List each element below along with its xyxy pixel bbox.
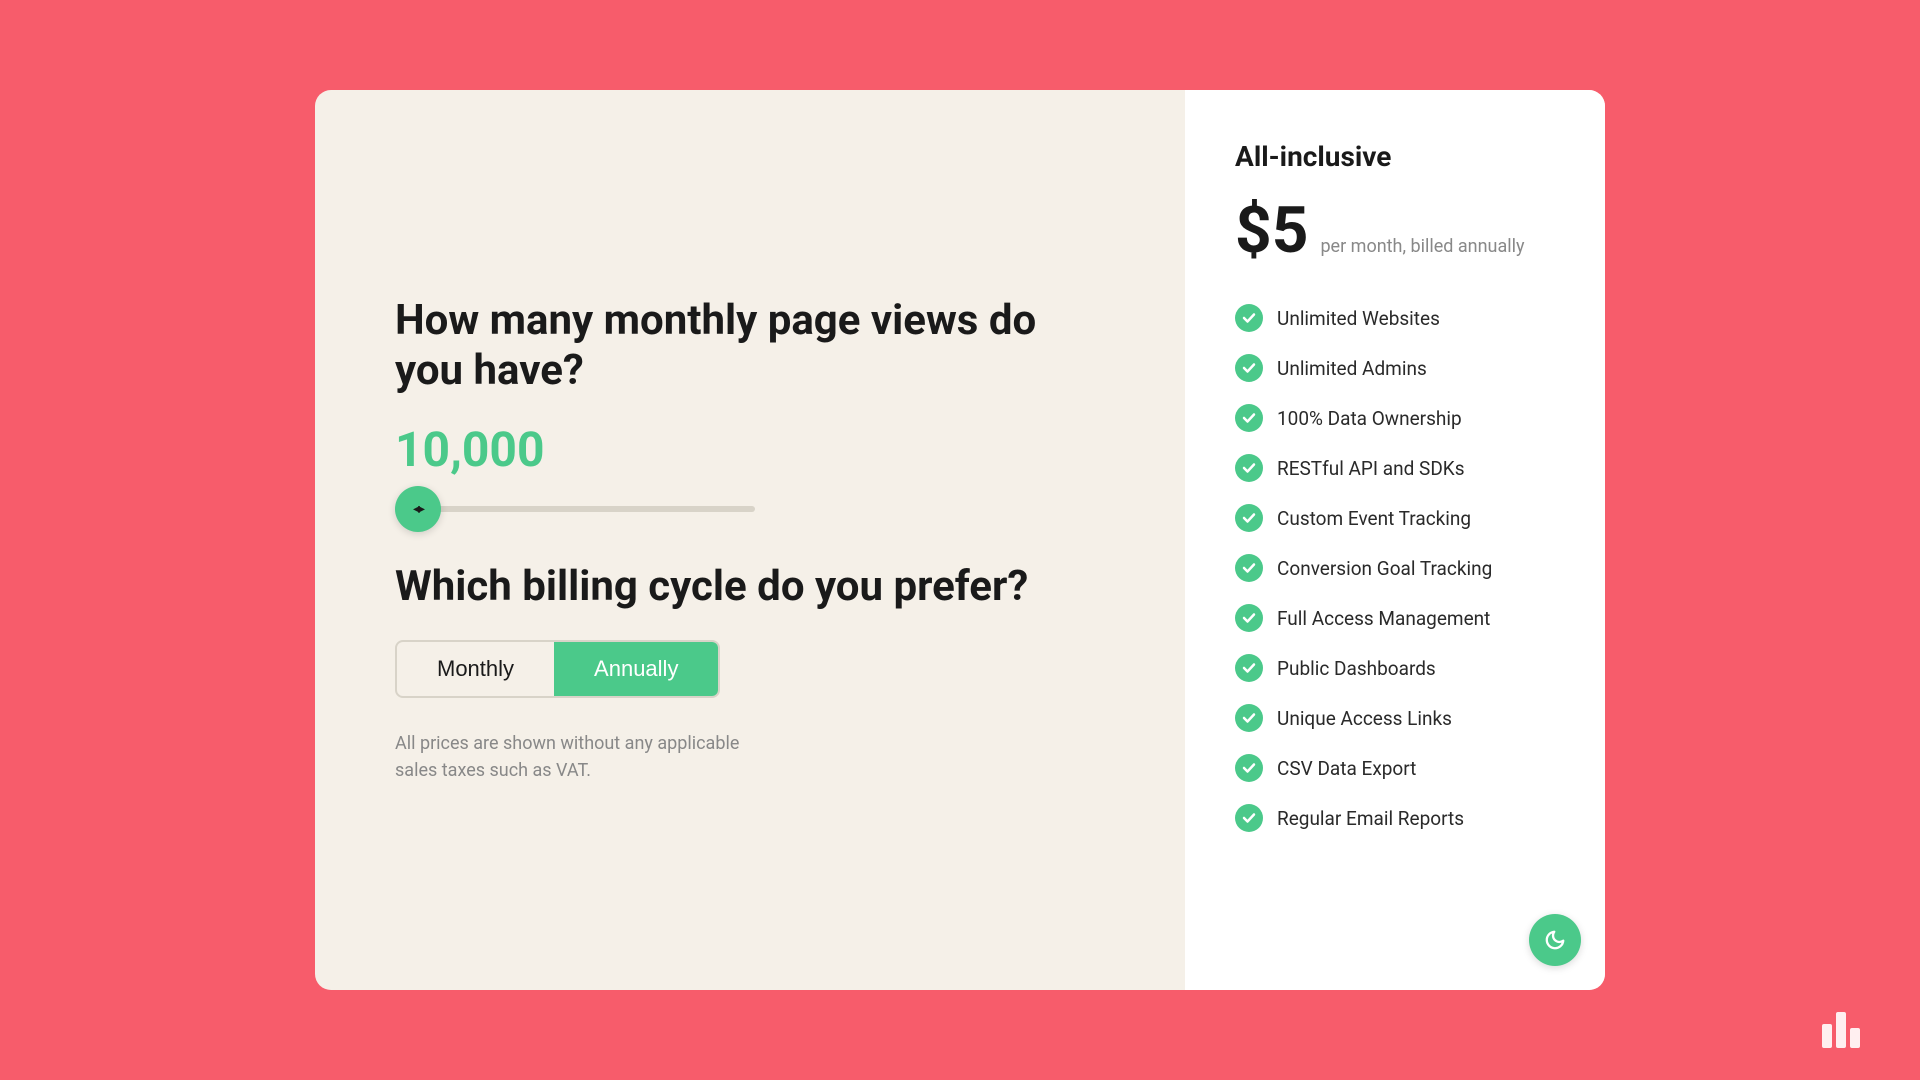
check-icon: [1235, 454, 1263, 482]
price-amount: $5: [1235, 193, 1308, 268]
feature-item: RESTful API and SDKs: [1235, 454, 1555, 482]
right-panel: All-inclusive $5 per month, billed annua…: [1185, 90, 1605, 990]
billing-toggle: Monthly Annually: [395, 640, 720, 698]
slider-arrows-icon: ◂▸: [413, 501, 423, 517]
feature-text: RESTful API and SDKs: [1277, 457, 1465, 480]
billing-question: Which billing cycle do you prefer?: [395, 562, 1105, 612]
feature-text: Unlimited Websites: [1277, 307, 1440, 330]
feature-item: Custom Event Tracking: [1235, 504, 1555, 532]
checkmark-icon: [1242, 411, 1256, 425]
feature-item: Full Access Management: [1235, 604, 1555, 632]
feature-text: Regular Email Reports: [1277, 807, 1464, 830]
checkmark-icon: [1242, 811, 1256, 825]
pageview-question: How many monthly page views do you have?: [395, 296, 1105, 397]
check-icon: [1235, 304, 1263, 332]
bar-2: [1836, 1012, 1846, 1048]
feature-text: CSV Data Export: [1277, 757, 1416, 780]
plan-title: All-inclusive: [1235, 140, 1555, 173]
feature-item: 100% Data Ownership: [1235, 404, 1555, 432]
slider-track: ◂▸: [395, 506, 755, 512]
check-icon: [1235, 554, 1263, 582]
feature-text: Custom Event Tracking: [1277, 507, 1471, 530]
price-row: $5 per month, billed annually: [1235, 193, 1555, 268]
feature-text: 100% Data Ownership: [1277, 407, 1462, 430]
slider-thumb[interactable]: ◂▸: [395, 486, 441, 532]
pricing-card: How many monthly page views do you have?…: [315, 90, 1605, 990]
check-icon: [1235, 404, 1263, 432]
dark-mode-button[interactable]: [1529, 914, 1581, 966]
check-icon: [1235, 754, 1263, 782]
check-icon: [1235, 604, 1263, 632]
moon-icon: [1544, 929, 1566, 951]
feature-item: Unlimited Admins: [1235, 354, 1555, 382]
feature-item: Unique Access Links: [1235, 704, 1555, 732]
feature-item: Unlimited Websites: [1235, 304, 1555, 332]
tax-note: All prices are shown without any applica…: [395, 730, 775, 784]
checkmark-icon: [1242, 461, 1256, 475]
checkmark-icon: [1242, 711, 1256, 725]
check-icon: [1235, 704, 1263, 732]
feature-text: Unlimited Admins: [1277, 357, 1427, 380]
price-description: per month, billed annually: [1320, 236, 1524, 257]
left-panel: How many monthly page views do you have?…: [315, 90, 1185, 990]
bar-3: [1850, 1028, 1860, 1048]
checkmark-icon: [1242, 361, 1256, 375]
feature-text: Public Dashboards: [1277, 657, 1436, 680]
feature-text: Full Access Management: [1277, 607, 1490, 630]
feature-text: Unique Access Links: [1277, 707, 1452, 730]
checkmark-icon: [1242, 661, 1256, 675]
check-icon: [1235, 504, 1263, 532]
monthly-button[interactable]: Monthly: [397, 642, 554, 696]
features-list: Unlimited Websites Unlimited Admins 100%…: [1235, 304, 1555, 832]
checkmark-icon: [1242, 561, 1256, 575]
feature-item: CSV Data Export: [1235, 754, 1555, 782]
checkmark-icon: [1242, 311, 1256, 325]
check-icon: [1235, 354, 1263, 382]
annually-button[interactable]: Annually: [554, 642, 718, 696]
checkmark-icon: [1242, 611, 1256, 625]
pageview-value: 10,000: [395, 421, 1105, 478]
slider-container: ◂▸: [395, 506, 1105, 512]
feature-item: Regular Email Reports: [1235, 804, 1555, 832]
check-icon: [1235, 804, 1263, 832]
checkmark-icon: [1242, 761, 1256, 775]
chart-icon: [1822, 1012, 1860, 1048]
checkmark-icon: [1242, 511, 1256, 525]
check-icon: [1235, 654, 1263, 682]
feature-item: Public Dashboards: [1235, 654, 1555, 682]
bar-1: [1822, 1024, 1832, 1048]
feature-item: Conversion Goal Tracking: [1235, 554, 1555, 582]
feature-text: Conversion Goal Tracking: [1277, 557, 1492, 580]
